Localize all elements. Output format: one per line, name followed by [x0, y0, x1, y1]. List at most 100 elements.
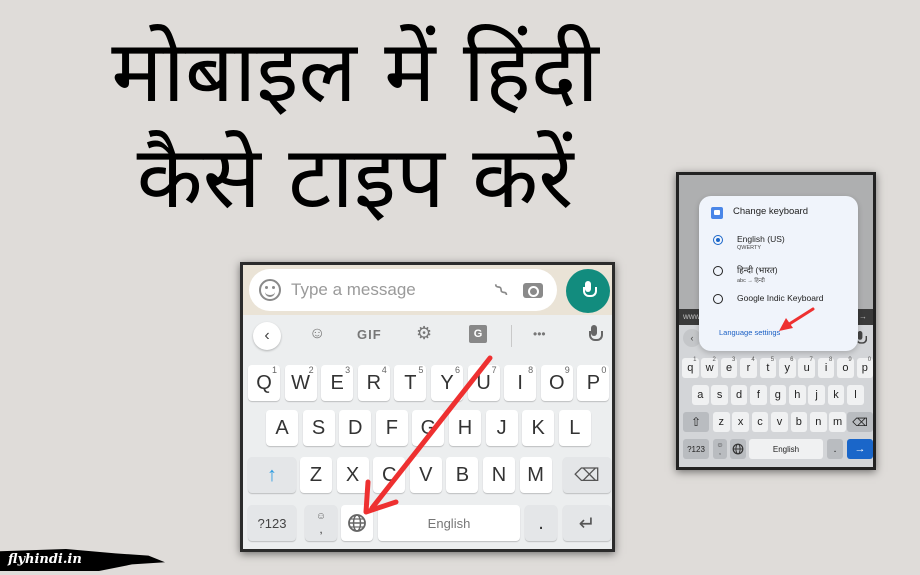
key-label: a — [697, 389, 704, 401]
key-label: r — [746, 362, 751, 374]
key-z[interactable]: z — [713, 412, 730, 432]
key-label: t — [766, 362, 770, 374]
key-d[interactable]: d — [730, 385, 748, 405]
sticker-icon[interactable]: ☺ — [309, 325, 325, 343]
key-j[interactable]: j — [808, 385, 825, 405]
symbols-key[interactable]: ?123 — [683, 439, 709, 459]
headline-line-1: मोबाइल में हिंदी — [111, 22, 599, 122]
voice-message-button[interactable] — [566, 269, 610, 313]
gif-button[interactable]: GIF — [357, 327, 382, 342]
voice-input-mic-icon[interactable] — [589, 325, 603, 345]
key-i[interactable]: i8 — [817, 357, 835, 378]
key-s[interactable]: s — [711, 385, 728, 405]
emoji-comma-key[interactable]: ☺ , — [305, 505, 337, 541]
key-o[interactable]: O9 — [540, 365, 573, 401]
key-c[interactable]: c — [751, 412, 769, 432]
key-v[interactable]: v — [771, 412, 788, 432]
key-i[interactable]: I8 — [504, 365, 537, 401]
key-l[interactable]: L — [558, 410, 591, 446]
key-k[interactable]: K — [522, 410, 555, 446]
radio-selected[interactable] — [713, 235, 723, 245]
key-v[interactable]: V — [409, 457, 442, 493]
key-n[interactable]: n — [810, 412, 827, 432]
key-p[interactable]: p0 — [856, 357, 873, 378]
space-bar[interactable]: English — [378, 505, 520, 541]
translate-icon[interactable]: G — [469, 325, 487, 343]
key-f[interactable]: F — [375, 410, 408, 446]
key-w[interactable]: W2 — [284, 365, 317, 401]
key-label: J — [496, 416, 507, 439]
key-e[interactable]: E3 — [321, 365, 354, 401]
key-f[interactable]: f — [750, 385, 767, 405]
camera-icon[interactable] — [523, 282, 543, 298]
backspace-key[interactable]: ⌫ — [563, 457, 611, 493]
key-u[interactable]: U7 — [467, 365, 500, 401]
message-input[interactable]: Type a message ⌇ — [249, 269, 557, 311]
period-key[interactable]: . — [525, 505, 557, 541]
key-t[interactable]: t5 — [759, 357, 777, 378]
enter-key[interactable]: ↵ — [563, 505, 611, 541]
key-m[interactable]: M — [519, 457, 552, 493]
enter-key[interactable]: → — [847, 439, 873, 459]
key-b[interactable]: B — [446, 457, 479, 493]
key-s[interactable]: S — [302, 410, 335, 446]
shift-key[interactable]: ↑ — [248, 457, 296, 493]
period-key[interactable]: . — [827, 439, 843, 459]
space-bar[interactable]: English — [749, 439, 823, 459]
radio-unselected[interactable] — [713, 294, 723, 304]
language-globe-key[interactable] — [341, 505, 373, 541]
key-label: g — [774, 389, 781, 401]
key-j[interactable]: J — [485, 410, 518, 446]
key-hint-number: 1 — [693, 357, 697, 363]
key-q[interactable]: q1 — [682, 357, 699, 378]
key-y[interactable]: Y6 — [431, 365, 463, 401]
key-n[interactable]: N — [483, 457, 515, 493]
emoji-comma-key[interactable]: ☺ , — [713, 439, 727, 459]
key-z[interactable]: Z — [300, 457, 332, 493]
key-hint-number: 3 — [731, 357, 736, 363]
key-hint-number: 3 — [345, 365, 351, 375]
key-l[interactable]: l — [847, 385, 864, 405]
key-b[interactable]: b — [790, 412, 808, 432]
key-r[interactable]: r4 — [740, 357, 757, 378]
language-settings-link[interactable]: Language settings — [719, 328, 780, 337]
radio-unselected[interactable] — [713, 266, 723, 276]
backspace-key[interactable]: ⌫ — [847, 412, 873, 432]
language-globe-key[interactable] — [730, 439, 746, 459]
key-label: R — [366, 371, 382, 394]
settings-gear-icon[interactable]: ⚙ — [416, 323, 432, 344]
key-y[interactable]: y6 — [779, 357, 796, 378]
back-chevron-icon[interactable]: ‹ — [253, 322, 281, 350]
shift-key[interactable]: ⇧ — [683, 412, 709, 432]
key-g[interactable]: G — [412, 410, 445, 446]
key-hint-number: 4 — [751, 357, 755, 363]
key-k[interactable]: k — [827, 385, 845, 405]
key-t[interactable]: T5 — [394, 365, 427, 401]
key-h[interactable]: h — [789, 385, 806, 405]
emoji-icon[interactable] — [259, 279, 281, 301]
symbols-key[interactable]: ?123 — [248, 505, 296, 541]
key-c[interactable]: C — [373, 457, 406, 493]
key-hint-number: 1 — [271, 365, 277, 375]
key-a[interactable]: a — [692, 385, 709, 405]
key-p[interactable]: P0 — [577, 365, 610, 401]
key-w[interactable]: w2 — [701, 357, 718, 378]
key-x[interactable]: x — [732, 412, 749, 432]
more-options-icon[interactable]: ••• — [533, 327, 546, 341]
key-e[interactable]: e3 — [720, 357, 738, 378]
key-label: q — [687, 362, 694, 374]
key-x[interactable]: X — [336, 457, 369, 493]
key-label: B — [455, 463, 470, 486]
key-h[interactable]: H — [449, 410, 481, 446]
headline-line-2: कैसे टाइप करें — [136, 128, 574, 228]
key-q[interactable]: Q1 — [248, 365, 280, 401]
key-hint-number: 0 — [601, 365, 607, 375]
key-a[interactable]: A — [266, 410, 298, 446]
key-g[interactable]: g — [769, 385, 787, 405]
key-o[interactable]: o9 — [837, 357, 854, 378]
key-r[interactable]: R4 — [357, 365, 390, 401]
key-d[interactable]: D — [339, 410, 372, 446]
key-m[interactable]: m — [829, 412, 846, 432]
key-u[interactable]: u7 — [798, 357, 815, 378]
url-text: www — [683, 312, 701, 321]
